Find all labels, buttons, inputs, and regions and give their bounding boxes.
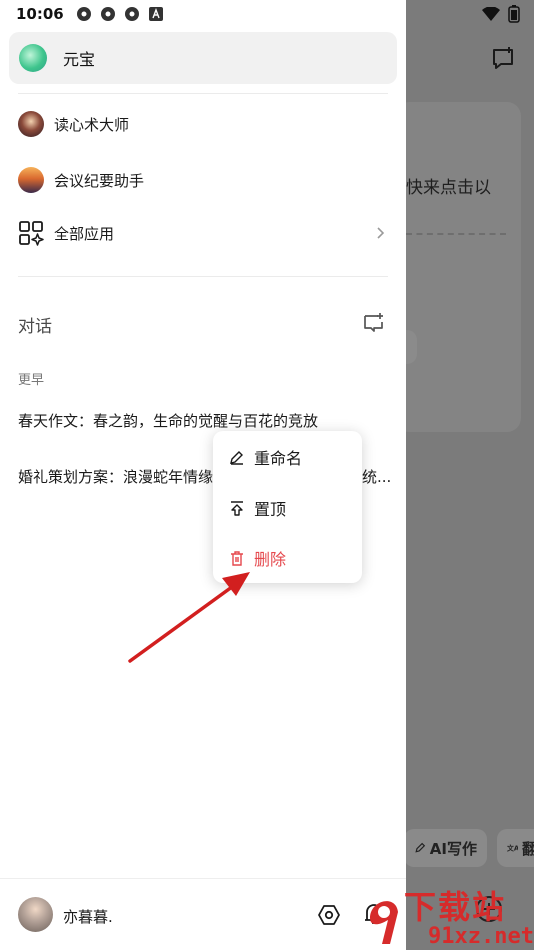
pin-top-label: 置顶 — [254, 500, 287, 519]
rename-label: 重命名 — [254, 449, 303, 468]
trash-icon — [231, 551, 243, 566]
translate-chip[interactable]: 文A 翻 — [497, 829, 534, 867]
divider — [18, 93, 388, 94]
ai-writing-chip[interactable]: AI写作 — [404, 829, 487, 867]
chevron-right-icon — [377, 227, 385, 239]
app-item-label: 会议纪要助手 — [54, 171, 145, 190]
svg-text:文A: 文A — [507, 844, 518, 853]
notification-icon — [100, 6, 116, 22]
bottom-divider — [0, 878, 406, 879]
status-bar: 10:06 — [0, 0, 534, 28]
user-avatar[interactable] — [18, 897, 53, 932]
delete-menu-item[interactable]: 删除 — [229, 542, 286, 574]
watermark-text: 下载站 — [404, 888, 507, 926]
new-conversation-icon[interactable] — [363, 312, 385, 334]
background-snippet: 快来点击以 — [406, 178, 491, 198]
group-label-earlier: 更早 — [18, 373, 45, 388]
background-card — [395, 102, 521, 432]
rename-menu-item[interactable]: 重命名 — [229, 441, 302, 473]
watermark-logo-icon — [370, 901, 398, 944]
pen-icon — [415, 842, 426, 853]
wifi-icon — [482, 7, 500, 21]
conversation-item-tail: 统... — [362, 468, 392, 486]
translate-icon: 文A — [507, 844, 518, 853]
edit-icon — [230, 451, 243, 465]
yuanbao-app-item[interactable]: 元宝 — [9, 32, 397, 84]
divider — [18, 276, 388, 277]
conversations-section-title: 对话 — [18, 317, 52, 337]
conversation-item[interactable]: 婚礼策划方案：浪漫蛇年情缘 — [18, 466, 213, 487]
app-item-label: 读心术大师 — [54, 115, 130, 134]
notification-icon — [76, 6, 92, 22]
background-dashed-divider — [406, 233, 506, 235]
translate-chip-label: 翻 — [521, 839, 534, 858]
app-item-all-apps[interactable]: 全部应用 — [18, 213, 388, 253]
yuanbao-logo-icon — [19, 44, 47, 72]
app-notification-icon — [148, 6, 164, 22]
notification-icon — [124, 6, 140, 22]
app-item-label: 全部应用 — [54, 224, 115, 243]
app-item-meeting-assistant[interactable]: 会议纪要助手 — [18, 160, 388, 200]
app-item-mind-reader[interactable]: 读心术大师 — [18, 104, 388, 144]
ai-writing-chip-label: AI写作 — [429, 839, 477, 858]
conversation-item[interactable]: 春天作文：春之韵，生命的觉醒与百花的竞放 — [18, 410, 390, 431]
pin-top-menu-item[interactable]: 置顶 — [229, 492, 286, 524]
settings-icon[interactable] — [317, 903, 341, 927]
yuanbao-label: 元宝 — [63, 50, 96, 69]
status-time: 10:06 — [16, 5, 64, 23]
conversation-context-menu: 重命名 置顶 删除 — [213, 431, 362, 583]
delete-label: 删除 — [254, 550, 287, 569]
watermark-url: 91xz.net — [428, 924, 534, 949]
user-name[interactable]: 亦暮暮. — [63, 906, 113, 927]
watermark: 下载站 91xz.net — [366, 880, 534, 950]
mind-reader-avatar — [18, 111, 44, 137]
pin-top-icon — [231, 501, 243, 516]
new-chat-icon[interactable] — [490, 46, 516, 72]
battery-icon — [508, 5, 520, 23]
meeting-assistant-avatar — [18, 167, 44, 193]
apps-grid-icon — [19, 221, 44, 246]
